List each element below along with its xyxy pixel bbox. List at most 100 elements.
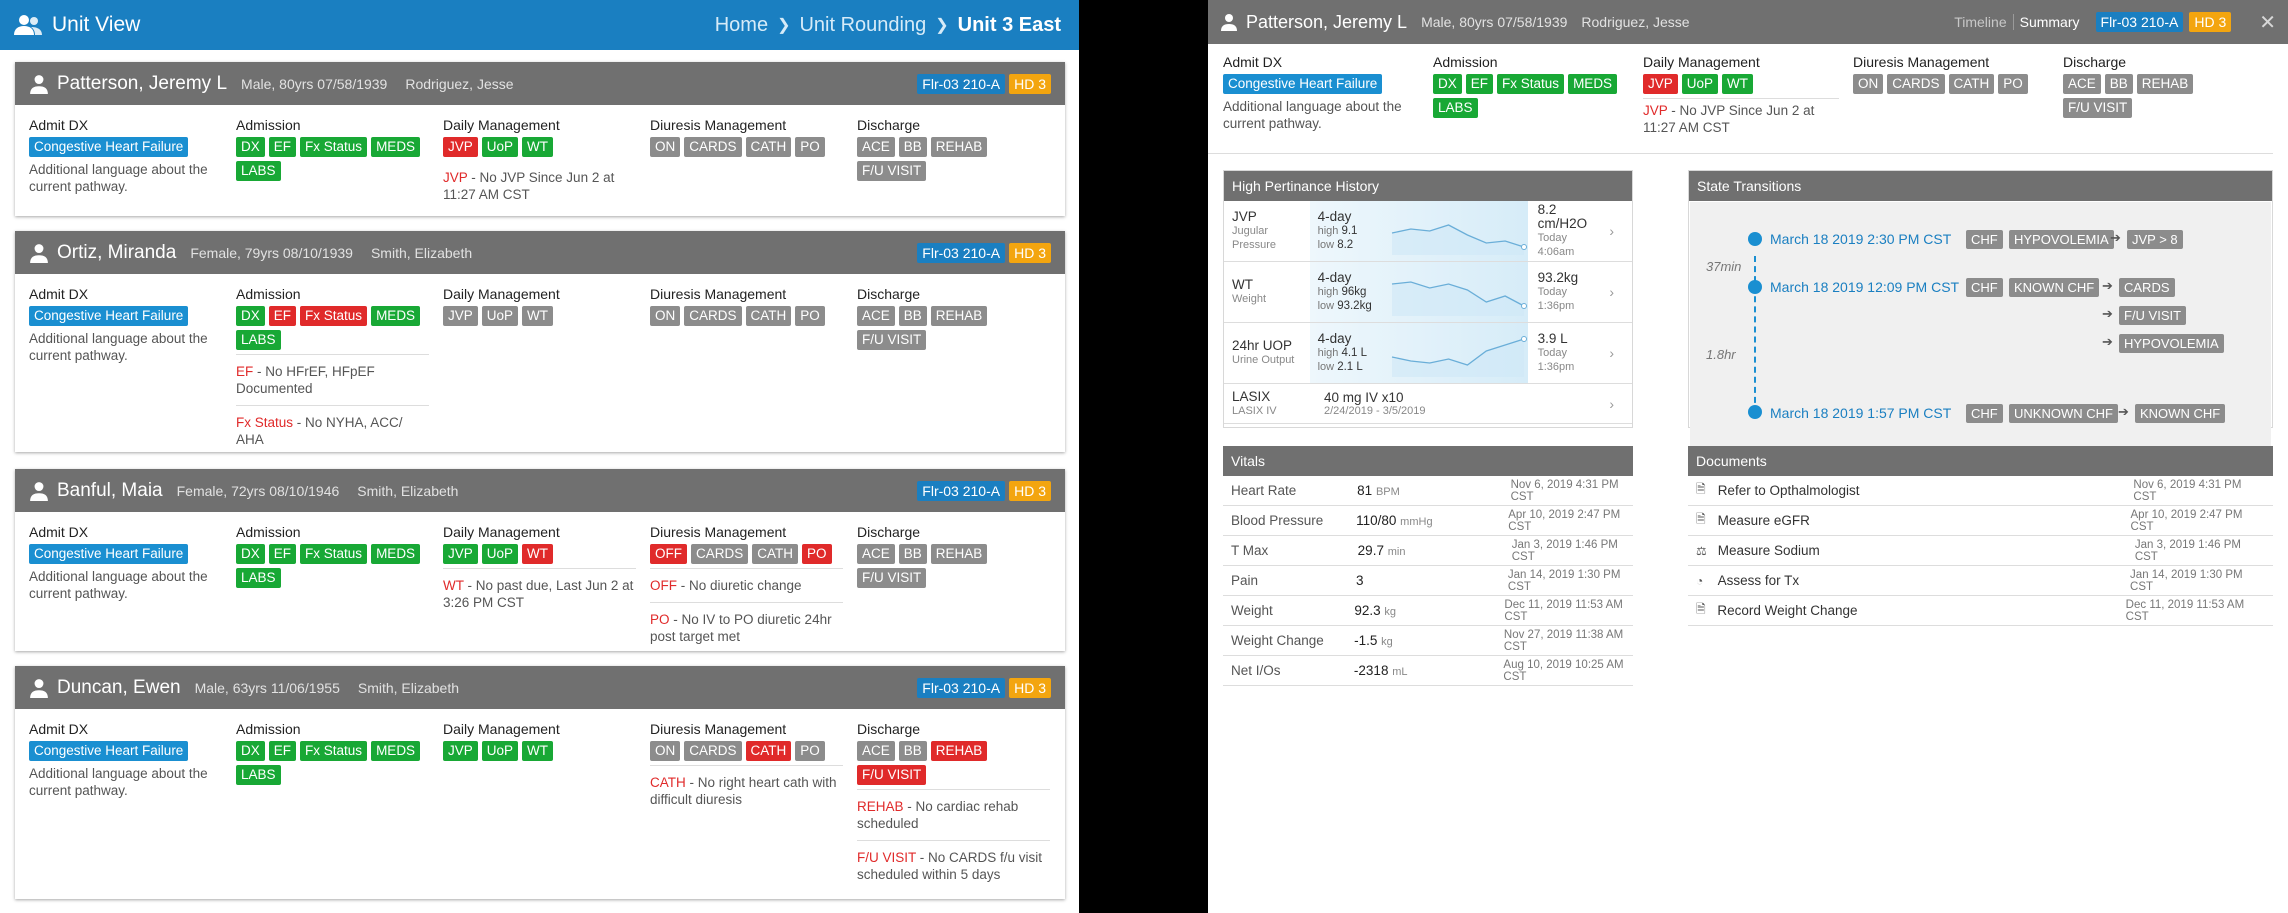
daily-tag[interactable]: WT <box>522 741 554 761</box>
admission-tag[interactable]: DX <box>236 306 265 326</box>
document-row[interactable]: ◔ Assess for Tx Jan 14, 2019 1:30 PM CST <box>1688 566 2273 596</box>
diagnosis-tag[interactable]: Congestive Heart Failure <box>29 741 189 761</box>
discharge-tag[interactable]: F/U VISIT <box>857 161 927 181</box>
vital-row[interactable]: Pain 3 Jan 14, 2019 1:30 PM CST <box>1223 566 1633 596</box>
document-name[interactable]: Record Weight Change <box>1711 603 2125 618</box>
discharge-tag[interactable]: F/U VISIT <box>2063 98 2133 118</box>
discharge-tag[interactable]: BB <box>898 741 927 761</box>
history-row[interactable]: JVP Jugular Pressure 4-day high 9.1 low 8.2 8… <box>1224 201 1632 262</box>
vital-row[interactable]: T Max 29.7 min Jan 3, 2019 1:46 PM CST <box>1223 536 1633 566</box>
vital-row[interactable]: Blood Pressure 110/80 mmHg Apr 10, 2019 2:… <box>1223 506 1633 536</box>
diuresis-tag[interactable]: PO <box>795 306 825 326</box>
admission-tag[interactable]: EF <box>268 137 297 157</box>
state-tag[interactable]: UNKNOWN CHF <box>2009 404 2118 423</box>
patient-name[interactable]: Patterson, Jeremy L <box>57 73 227 95</box>
diuresis-tag[interactable]: CARDS <box>684 741 742 761</box>
admission-tag[interactable]: DX <box>236 544 265 564</box>
patient-card-header[interactable]: Patterson, Jeremy L Male, 80yrs 07/58/193… <box>15 62 1065 105</box>
state-tag[interactable]: CHF <box>1966 230 2003 249</box>
patient-card-header[interactable]: Ortiz, Miranda Female, 79yrs 08/10/1939 Sm… <box>15 231 1065 274</box>
admission-tag[interactable]: Fx Status <box>300 137 368 157</box>
breadcrumb-unit-rounding[interactable]: Unit Rounding <box>799 14 926 37</box>
discharge-tag[interactable]: REHAB <box>930 137 988 157</box>
diuresis-tag[interactable]: CATH <box>752 544 799 564</box>
document-name[interactable]: Assess for Tx <box>1712 573 2130 588</box>
document-row[interactable]: 🗎 Record Weight Change Dec 11, 2019 11:53 … <box>1688 596 2273 626</box>
document-name[interactable]: Refer to Opthalmologist <box>1712 483 2134 498</box>
state-tag[interactable]: HYPOVOLEMIA <box>2009 230 2114 249</box>
admission-tag[interactable]: Fx Status <box>300 306 368 326</box>
diuresis-tag[interactable]: PO <box>795 741 825 761</box>
document-row[interactable]: 🗎 Refer to Opthalmologist Nov 6, 2019 4:31… <box>1688 476 2273 506</box>
state-tag[interactable]: JVP > 8 <box>2127 230 2183 249</box>
discharge-tag[interactable]: REHAB <box>930 741 988 761</box>
diuresis-tag[interactable]: OFF <box>650 544 687 564</box>
diuresis-tag[interactable]: PO <box>795 137 825 157</box>
daily-tag[interactable]: UoP <box>1681 74 1719 94</box>
patient-card-header[interactable]: Banful, Maia Female, 72yrs 08/10/1946 Smit… <box>15 469 1065 512</box>
discharge-tag[interactable]: F/U VISIT <box>857 330 927 350</box>
daily-tag[interactable]: JVP <box>443 544 478 564</box>
tab-timeline[interactable]: Timeline <box>1954 14 2006 30</box>
vital-row[interactable]: Net I/Os -2318 mL Aug 10, 2019 10:25 AM CS… <box>1223 656 1633 686</box>
vital-row[interactable]: Weight Change -1.5 kg Nov 27, 2019 11:38 A… <box>1223 626 1633 656</box>
discharge-tag[interactable]: ACE <box>857 741 895 761</box>
state-tag[interactable]: HYPOVOLEMIA <box>2119 334 2224 353</box>
daily-tag[interactable]: WT <box>1722 74 1754 94</box>
admission-tag[interactable]: MEDS <box>371 741 421 761</box>
daily-tag[interactable]: JVP <box>443 741 478 761</box>
diuresis-tag[interactable]: CATH <box>745 306 792 326</box>
tab-summary[interactable]: Summary <box>2020 14 2080 30</box>
admission-tag[interactable]: EF <box>1465 74 1494 94</box>
daily-tag[interactable]: UoP <box>481 544 519 564</box>
history-row[interactable]: LASIX LASIX IV 40 mg IV x10 2/24/2019 - 3/5… <box>1224 384 1632 424</box>
diuresis-tag[interactable]: CATH <box>1948 74 1995 94</box>
discharge-tag[interactable]: BB <box>2104 74 2133 94</box>
breadcrumb-home[interactable]: Home <box>715 14 768 37</box>
vital-row[interactable]: Heart Rate 81 BPM Nov 6, 2019 4:31 PM CST <box>1223 476 1633 506</box>
admission-tag[interactable]: MEDS <box>371 544 421 564</box>
admission-tag[interactable]: MEDS <box>1568 74 1618 94</box>
admission-tag[interactable]: DX <box>236 137 265 157</box>
diuresis-tag[interactable]: CARDS <box>1887 74 1945 94</box>
diuresis-tag[interactable]: CARDS <box>691 544 749 564</box>
chevron-right-icon[interactable]: › <box>1609 345 1614 361</box>
state-tag[interactable]: CARDS <box>2119 278 2175 297</box>
diuresis-tag[interactable]: ON <box>650 306 681 326</box>
admission-tag[interactable]: LABS <box>236 568 281 588</box>
diuresis-tag[interactable]: CARDS <box>684 137 742 157</box>
admission-tag[interactable]: LABS <box>1433 98 1478 118</box>
discharge-tag[interactable]: REHAB <box>930 544 988 564</box>
daily-tag[interactable]: JVP <box>1643 74 1678 94</box>
diuresis-tag[interactable]: PO <box>802 544 832 564</box>
transition-timestamp[interactable]: March 18 2019 2:30 PM CST <box>1770 231 1951 247</box>
discharge-tag[interactable]: REHAB <box>2136 74 2194 94</box>
transition-timestamp[interactable]: March 18 2019 12:09 PM CST <box>1770 279 1959 295</box>
discharge-tag[interactable]: F/U VISIT <box>857 765 927 785</box>
discharge-tag[interactable]: ACE <box>857 137 895 157</box>
daily-tag[interactable]: JVP <box>443 137 478 157</box>
state-tag[interactable]: CHF <box>1966 404 2003 423</box>
daily-tag[interactable]: WT <box>522 306 554 326</box>
admission-tag[interactable]: DX <box>1433 74 1462 94</box>
document-row[interactable]: 🗎 Measure eGFR Apr 10, 2019 2:47 PM CST <box>1688 506 2273 536</box>
patient-name[interactable]: Duncan, Ewen <box>57 677 181 699</box>
admission-tag[interactable]: Fx Status <box>300 544 368 564</box>
history-row[interactable]: 24hr UOP Urine Output 4-day high 4.1 Llow 2… <box>1224 323 1632 384</box>
admission-tag[interactable]: EF <box>268 306 297 326</box>
admission-tag[interactable]: Fx Status <box>1497 74 1565 94</box>
discharge-tag[interactable]: ACE <box>2063 74 2101 94</box>
discharge-tag[interactable]: BB <box>898 306 927 326</box>
diuresis-tag[interactable]: ON <box>650 741 681 761</box>
discharge-tag[interactable]: F/U VISIT <box>857 568 927 588</box>
chevron-right-icon[interactable]: › <box>1609 284 1614 300</box>
daily-tag[interactable]: UoP <box>481 306 519 326</box>
diuresis-tag[interactable]: ON <box>650 137 681 157</box>
admission-tag[interactable]: Fx Status <box>300 741 368 761</box>
state-tag[interactable]: KNOWN CHF <box>2135 404 2226 423</box>
state-tag[interactable]: CHF <box>1966 278 2003 297</box>
document-name[interactable]: Measure eGFR <box>1712 513 2131 528</box>
admission-tag[interactable]: LABS <box>236 161 281 181</box>
document-row[interactable]: ⚖ Measure Sodium Jan 3, 2019 1:46 PM CST <box>1688 536 2273 566</box>
daily-tag[interactable]: UoP <box>481 137 519 157</box>
